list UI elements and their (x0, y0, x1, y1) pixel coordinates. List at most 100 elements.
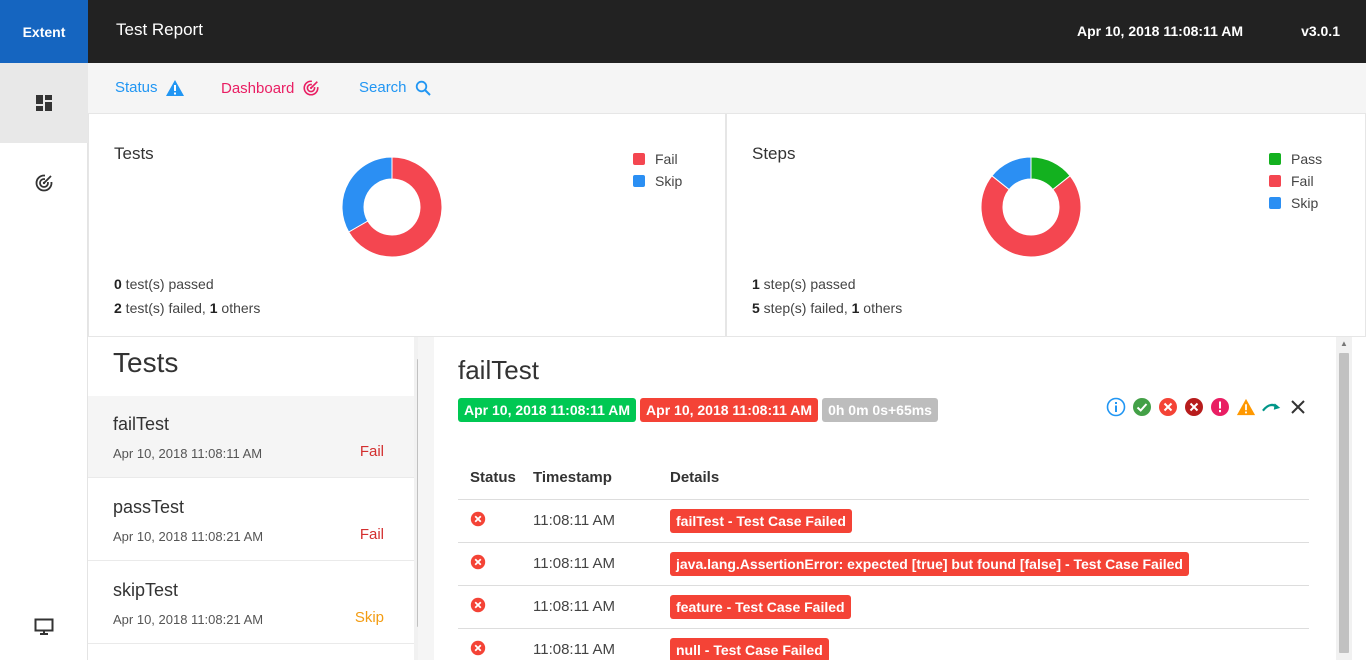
test-name: passTest (113, 497, 185, 517)
tests-card-title: Tests (114, 144, 154, 163)
duration-badge: 0h 0m 0s+65ms (822, 398, 938, 422)
sub-nav: Status Dashboard Search (88, 63, 1366, 113)
tab-search-label: Search (359, 79, 407, 96)
steps-summary-card: Steps Pass Fail Skip 1 step(s) passed 5 … (726, 113, 1366, 337)
tests-donut-chart (341, 156, 443, 258)
log-status-cell (458, 499, 533, 543)
fatal-icon[interactable] (1184, 397, 1204, 417)
tab-dashboard[interactable]: Dashboard (221, 79, 321, 97)
tests-others-count: 1 (209, 300, 218, 316)
error-icon[interactable] (1210, 397, 1230, 417)
tests-passed-summary: 0 test(s) passed (114, 276, 214, 292)
fail-icon[interactable] (1158, 397, 1178, 417)
steps-donut-chart (980, 156, 1082, 258)
scrollbar-thumb[interactable] (417, 359, 418, 627)
start-time-badge: Apr 10, 2018 11:08:11 AM (458, 398, 637, 422)
test-status: Skip (354, 609, 384, 626)
header-timestamp: Timestamp (533, 457, 670, 500)
tab-status-label: Status (115, 79, 158, 96)
log-details: null - Test Case Failed (670, 637, 829, 660)
donut-slice-fail[interactable] (980, 175, 1082, 258)
skip-icon[interactable] (1262, 397, 1282, 417)
nav-item-test-view[interactable] (0, 63, 88, 143)
scroll-down-arrow-icon[interactable]: ▼ (414, 627, 418, 641)
legend-label: Fail (1291, 173, 1314, 189)
log-timestamp: 11:08:11 AM (533, 628, 670, 660)
test-list-item[interactable]: failTest Apr 10, 2018 11:08:11 AM Fail (88, 396, 414, 478)
top-bar: Extent Test Report Apr 10, 2018 11:08:11… (0, 0, 1366, 63)
test-list-item[interactable]: skipTest Apr 10, 2018 11:08:21 AM Skip (88, 562, 414, 644)
version-label: v3.0.1 (1301, 23, 1340, 39)
test-detail-panel: failTest Apr 10, 2018 11:08:11 AM Apr 10… (434, 337, 1366, 660)
legend-swatch-skip (1269, 197, 1281, 209)
tests-legend: Fail Skip (633, 148, 682, 192)
donut-slice-skip[interactable] (341, 156, 393, 233)
legend-swatch-fail (1269, 175, 1281, 187)
legend-swatch-skip (633, 175, 645, 187)
tab-status[interactable]: Status (115, 79, 184, 96)
test-list-panel: Tests failTest Apr 10, 2018 11:08:11 AM … (88, 337, 418, 660)
end-time-badge: Apr 10, 2018 11:08:11 AM (640, 398, 819, 422)
dashboard-grid-icon (36, 95, 52, 111)
fail-icon (470, 597, 486, 612)
tests-failed-text: test(s) failed, (121, 300, 210, 316)
legend-item[interactable]: Skip (1269, 192, 1322, 214)
legend-item[interactable]: Skip (633, 170, 682, 192)
nav-item-dashboard[interactable] (0, 143, 88, 223)
tab-search[interactable]: Search (359, 79, 431, 96)
log-details-cell: failTest - Test Case Failed (670, 499, 1309, 543)
log-status-cell (458, 628, 533, 660)
search-icon (415, 80, 431, 96)
brand-logo[interactable]: Extent (0, 0, 88, 63)
warning-icon (165, 79, 184, 96)
report-date: Apr 10, 2018 11:08:11 AM (1076, 23, 1243, 39)
legend-label: Pass (1291, 151, 1323, 167)
legend-item[interactable]: Pass (1269, 148, 1322, 170)
steps-failed-summary: 5 step(s) failed, 1 others (752, 300, 902, 316)
tests-failed-count: 2 (114, 300, 122, 316)
test-list-scrollbar[interactable]: ▲ ▼ (414, 337, 418, 660)
test-list-item[interactable]: passTest Apr 10, 2018 11:08:21 AM Fail (88, 479, 414, 561)
target-icon (303, 79, 321, 96)
nav-item-environment[interactable] (0, 595, 88, 659)
steps-legend: Pass Fail Skip (1269, 148, 1322, 214)
legend-item[interactable]: Fail (1269, 170, 1322, 192)
test-list-heading: Tests (113, 347, 179, 378)
log-status-cell (458, 585, 533, 629)
status-filters (1106, 397, 1308, 417)
steps-failed-text: step(s) failed, (759, 300, 852, 316)
info-icon[interactable] (1106, 397, 1126, 417)
log-details: feature - Test Case Failed (670, 594, 851, 619)
detail-scrollbar[interactable]: ▲ (1336, 337, 1352, 660)
log-timestamp: 11:08:11 AM (533, 542, 670, 586)
scroll-up-arrow-icon[interactable]: ▲ (1336, 337, 1352, 351)
tab-dashboard-label: Dashboard (221, 79, 295, 97)
pass-icon[interactable] (1132, 397, 1152, 417)
test-date: Apr 10, 2018 11:08:11 AM (113, 446, 263, 461)
legend-item[interactable]: Fail (633, 148, 682, 170)
legend-swatch-pass (1269, 153, 1281, 165)
test-status: Fail (359, 443, 384, 460)
log-details: failTest - Test Case Failed (670, 508, 852, 533)
legend-swatch-fail (633, 153, 645, 165)
fail-icon (470, 640, 486, 655)
scroll-up-arrow-icon[interactable]: ▲ (414, 337, 418, 351)
log-row: 11:08:11 AM java.lang.AssertionError: ex… (458, 542, 1309, 586)
fail-icon (470, 511, 486, 526)
log-timestamp: 11:08:11 AM (533, 499, 670, 543)
report-name: Test Report (116, 20, 203, 39)
log-details-cell: java.lang.AssertionError: expected [true… (670, 542, 1309, 586)
clear-filter-icon[interactable] (1288, 397, 1308, 417)
legend-label: Fail (655, 151, 678, 167)
log-timestamp: 11:08:11 AM (533, 585, 670, 629)
log-details-cell: feature - Test Case Failed (670, 585, 1309, 629)
test-name: failTest (113, 414, 170, 434)
tests-summary-card: Tests Fail Skip 0 test(s) passed 2 test(… (88, 113, 726, 337)
log-status-cell (458, 542, 533, 586)
steps-others-text: others (859, 300, 903, 316)
target-icon (35, 173, 54, 192)
steps-failed-count: 5 (752, 300, 760, 316)
log-details: java.lang.AssertionError: expected [true… (670, 551, 1189, 576)
scrollbar-thumb[interactable] (1339, 353, 1349, 653)
warning-icon[interactable] (1236, 397, 1256, 417)
